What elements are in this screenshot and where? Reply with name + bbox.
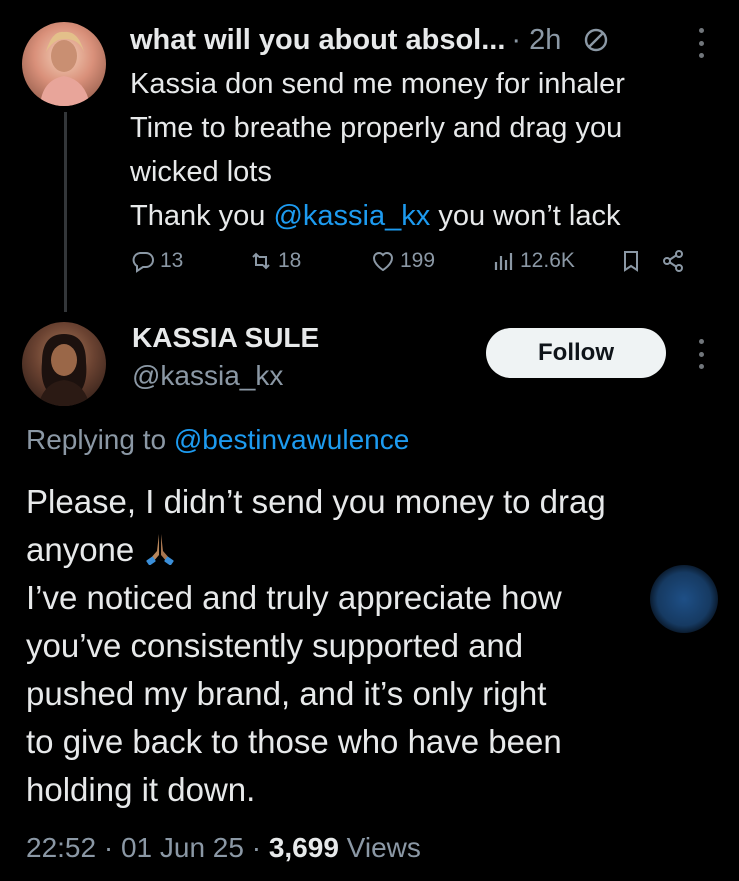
tweet-footer: 22:52 · 01 Jun 25 · 3,699 Views <box>26 832 421 864</box>
ban-icon <box>585 28 608 52</box>
tweet-line: Please, I didn’t send you money to drag <box>26 483 606 520</box>
user-handle[interactable]: @kassia_kx <box>132 360 283 392</box>
more-icon[interactable] <box>693 339 709 369</box>
reply-icon <box>132 252 154 273</box>
timestamp[interactable]: · 2h <box>511 24 561 57</box>
avatar[interactable] <box>22 322 106 406</box>
tweet-line: wicked lots <box>130 156 272 188</box>
more-icon[interactable] <box>693 28 709 58</box>
tweet-line: Kassia don send me money for inhaler <box>130 68 625 100</box>
reply-button[interactable]: 13 <box>130 246 183 276</box>
follow-button[interactable]: Follow <box>486 328 666 378</box>
thanks-text: Thank you <box>130 200 274 232</box>
tweet-line: you’ve consistently supported and <box>26 627 524 664</box>
thread-line <box>64 112 67 312</box>
share-icon <box>663 250 683 272</box>
views-count: 3,699 <box>268 832 339 863</box>
like-count: 199 <box>400 249 436 272</box>
tweet-line: pushed my brand, and it’s only right <box>26 675 547 712</box>
tweet-line: to give back to those who have been <box>26 723 562 760</box>
display-name[interactable]: KASSIA SULE <box>132 322 319 354</box>
timestamp-value: 2h <box>529 23 562 56</box>
pray-emoji <box>146 534 175 565</box>
tweet-line: Time to breathe properly and drag you <box>130 112 623 144</box>
avatar[interactable] <box>22 22 106 106</box>
like-button[interactable]: 199 <box>370 246 435 276</box>
mention-link[interactable]: @kassia_kx <box>273 200 430 232</box>
replying-prefix: Replying to <box>26 424 174 455</box>
touch-indicator <box>650 565 718 633</box>
views-icon <box>494 253 513 270</box>
tweet-text: Kassia don send me money for inhaler Tim… <box>130 62 720 238</box>
mention-link[interactable]: @bestinvawulence <box>174 424 409 455</box>
repost-count: 18 <box>278 249 302 272</box>
views-button[interactable]: 12.6K <box>490 246 575 276</box>
display-name[interactable]: what will you about absol... <box>130 24 505 57</box>
tweet-line: I’ve noticed and truly appreciate how <box>26 579 562 616</box>
bookmark-icon <box>624 251 638 272</box>
replying-to: Replying to @bestinvawulence <box>26 424 409 456</box>
repost-button[interactable]: 18 <box>248 246 301 276</box>
views-label: Views <box>338 832 421 863</box>
like-icon <box>372 252 394 272</box>
tweet-timestamp[interactable]: 22:52 · 01 Jun 25 · <box>26 832 269 863</box>
tweet[interactable]: what will you about absol... · 2h Kassia… <box>130 18 720 238</box>
thanks-suffix: you won’t lack <box>430 200 621 232</box>
views-count: 12.6K <box>520 249 575 272</box>
tweet-header: what will you about absol... · 2h <box>130 18 720 62</box>
tweet-line: Thank you @kassia_kx you won’t lack <box>130 194 720 238</box>
share-button[interactable] <box>660 246 690 276</box>
tweet-text: Please, I didn’t send you money to drag … <box>26 478 726 814</box>
reply-count: 13 <box>160 249 184 272</box>
tweet-line: anyone <box>26 526 726 574</box>
bookmark-button[interactable] <box>618 246 648 276</box>
repost-icon <box>252 252 270 270</box>
tweet-line: holding it down. <box>26 771 256 808</box>
tweet-line-text: anyone <box>26 531 144 568</box>
